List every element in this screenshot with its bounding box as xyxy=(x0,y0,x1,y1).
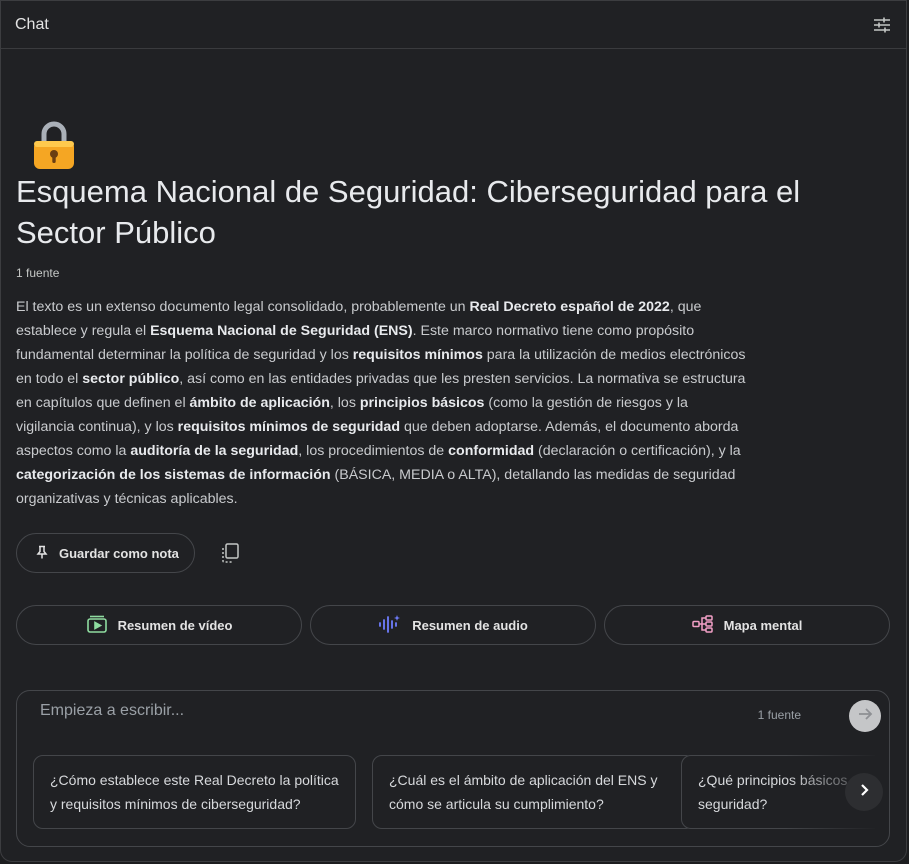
save-as-note-label: Guardar como nota xyxy=(59,545,179,561)
summary-text: , los procedimientos de xyxy=(298,443,449,459)
chat-header: Chat xyxy=(1,1,906,49)
composer-source-count: 1 fuente xyxy=(757,708,801,722)
summary-highlight: categorización de los sistemas de inform… xyxy=(16,467,331,483)
summary-highlight: sector público xyxy=(82,371,180,387)
suggestion-chip[interactable]: ¿Cómo establece este Real Decreto la pol… xyxy=(33,755,356,829)
video-summary-button[interactable]: Resumen de vídeo xyxy=(16,605,302,645)
summary-highlight: conformidad xyxy=(448,443,535,459)
audio-summary-label: Resumen de audio xyxy=(412,617,528,633)
arrow-right-icon xyxy=(856,705,874,728)
notebook-title: Esquema Nacional de Seguridad: Cibersegu… xyxy=(16,174,801,250)
summary-highlight: Real Decreto español de 2022 xyxy=(469,299,670,315)
summary-text: (declaración o certificación), y la xyxy=(534,443,741,459)
summary-highlight: requisitos mínimos de seguridad xyxy=(177,419,400,435)
summary-highlight: Esquema Nacional de Seguridad (ENS) xyxy=(150,323,413,339)
pin-icon xyxy=(35,545,49,562)
summary-highlight: auditoría de la seguridad xyxy=(130,443,299,459)
copy-icon[interactable] xyxy=(217,540,243,566)
source-count: 1 fuente xyxy=(16,266,60,280)
chevron-right-icon xyxy=(857,783,871,802)
mind-map-label: Mapa mental xyxy=(723,617,803,633)
tune-sliders-icon[interactable] xyxy=(870,13,894,37)
audio-waveform-icon xyxy=(378,613,402,638)
lock-icon xyxy=(31,119,77,176)
chat-composer: 1 fuente ¿Cómo establece este Real Decre… xyxy=(16,690,890,847)
notebook-summary: El texto es un extenso documento legal c… xyxy=(16,295,746,511)
studio-actions: Resumen de vídeo Resumen de audio Mapa m… xyxy=(16,605,890,645)
suggestion-chip[interactable]: ¿Cuál es el ámbito de aplicación del ENS… xyxy=(372,755,695,829)
summary-text: , los xyxy=(329,395,360,411)
send-button[interactable] xyxy=(849,700,881,732)
chat-panel: Chat Esquema Nacional de Seguridad: Cibe… xyxy=(0,0,907,862)
summary-highlight: requisitos mínimos xyxy=(352,347,483,363)
suggestion-list: ¿Cómo establece este Real Decreto la pol… xyxy=(33,755,875,831)
audio-summary-button[interactable]: Resumen de audio xyxy=(310,605,596,645)
summary-highlight: principios básicos xyxy=(359,395,485,411)
chat-input[interactable] xyxy=(40,697,740,725)
mind-map-button[interactable]: Mapa mental xyxy=(604,605,890,645)
video-summary-icon xyxy=(86,614,108,637)
summary-highlight: ámbito de aplicación xyxy=(189,395,330,411)
next-suggestions-button[interactable] xyxy=(845,773,883,811)
chat-title: Chat xyxy=(15,15,49,33)
summary-text: El texto es un extenso documento legal c… xyxy=(16,299,470,315)
video-summary-label: Resumen de vídeo xyxy=(117,617,233,633)
save-as-note-button[interactable]: Guardar como nota xyxy=(16,533,195,573)
mind-map-icon xyxy=(691,614,714,636)
